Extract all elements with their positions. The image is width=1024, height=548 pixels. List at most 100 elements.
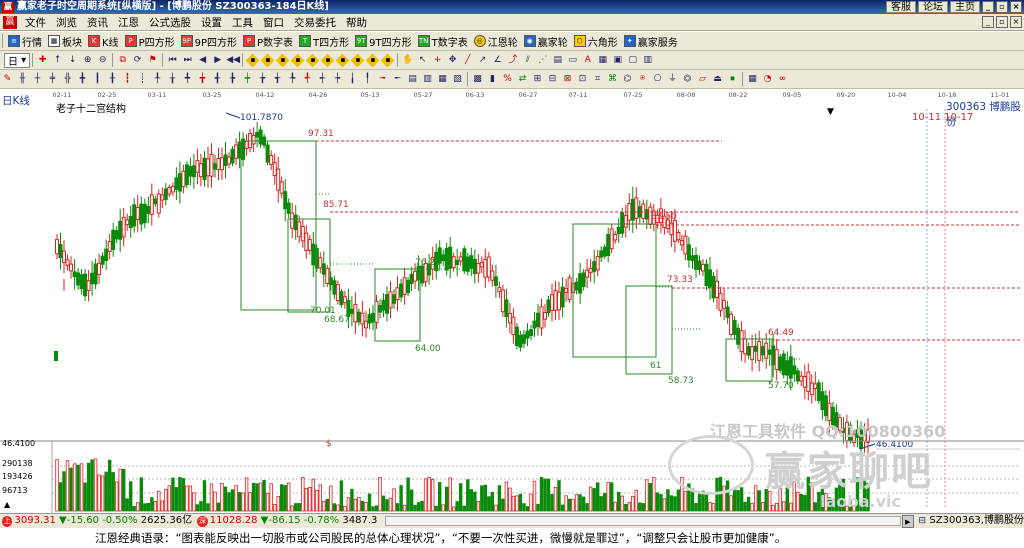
grid-view-icon[interactable]: ▦: [746, 73, 759, 86]
indicator-8-icon[interactable]: ⍟: [636, 73, 649, 86]
btn-hexagon[interactable]: ⬡ 六角形: [571, 33, 621, 50]
kline-chart-area[interactable]: 02-11 02-25 03-11 03-25 04-12 04-26 05-13 05-27…: [0, 89, 1024, 513]
line-17-icon[interactable]: ╆: [256, 73, 269, 86]
btn-service[interactable]: ✦ 赢家服务: [621, 33, 681, 50]
diamond-10-icon[interactable]: ◆: [380, 53, 395, 67]
menu-tools[interactable]: 工具: [227, 15, 258, 30]
line-28-icon[interactable]: ▥: [421, 73, 434, 86]
arrow-up-icon[interactable]: ↑: [51, 54, 64, 67]
line-18-icon[interactable]: ╅: [271, 73, 284, 86]
link-icon[interactable]: ∞: [776, 73, 789, 86]
diamond-5-icon[interactable]: ◆: [305, 53, 320, 67]
close-icon[interactable]: ×: [1010, 1, 1022, 13]
line-20-icon[interactable]: ╃: [301, 73, 314, 86]
horizontal-scrollbar[interactable]: [385, 516, 901, 526]
diamond-2-icon[interactable]: ◆: [260, 53, 275, 67]
btn-p-square[interactable]: P P四方形: [122, 33, 178, 50]
btn-sectors[interactable]: ▦ 板块: [45, 33, 85, 50]
line-1-icon[interactable]: ╫: [16, 73, 29, 86]
indicator-14-icon[interactable]: ⏹: [726, 73, 739, 86]
ray-tool-icon[interactable]: ↗: [476, 54, 489, 67]
btn-gann-wheel[interactable]: ◎ 江恩轮: [471, 33, 521, 50]
line-16-icon[interactable]: ┿: [241, 73, 254, 86]
mdi-restore-icon[interactable]: ▫: [996, 16, 1008, 28]
menu-formula[interactable]: 公式选股: [144, 15, 196, 30]
menu-trade[interactable]: 交易委托: [289, 15, 341, 30]
line-5-icon[interactable]: ╋: [76, 73, 89, 86]
rect-tool-icon[interactable]: ▭: [566, 54, 579, 67]
mdi-close-icon[interactable]: ×: [1010, 16, 1022, 28]
sh-index-icon[interactable]: 上: [2, 515, 13, 527]
window-icon[interactable]: ▥: [641, 54, 654, 67]
btn-t-square[interactable]: T T四方形: [296, 33, 352, 50]
indicator-9-icon[interactable]: ⎔: [651, 73, 664, 86]
table-2-icon[interactable]: ▩: [471, 73, 484, 86]
diamond-9-icon[interactable]: ◆: [365, 53, 380, 67]
minimize-icon[interactable]: _: [982, 1, 994, 13]
dropdown-arrow-icon[interactable]: ▼: [827, 107, 834, 117]
line-19-icon[interactable]: ╄: [286, 73, 299, 86]
diamond-1-icon[interactable]: ◆: [245, 53, 260, 67]
btn-winner-wheel[interactable]: ◉ 赢家轮: [521, 33, 571, 50]
indicator-1-icon[interactable]: ⊞: [531, 73, 544, 86]
indicator-5-icon[interactable]: ⌗: [591, 73, 604, 86]
line-21-icon[interactable]: ┽: [316, 73, 329, 86]
plus-icon[interactable]: +: [431, 54, 444, 67]
menu-settings[interactable]: 设置: [196, 15, 227, 30]
menu-browse[interactable]: 浏览: [51, 15, 82, 30]
line-29-icon[interactable]: ▦: [436, 73, 449, 86]
pointer-icon[interactable]: ↖: [416, 54, 429, 67]
link-home[interactable]: 主页: [950, 1, 980, 13]
diamond-8-icon[interactable]: ◆: [350, 53, 365, 67]
menu-file[interactable]: 文件: [20, 15, 51, 30]
line-6-icon[interactable]: ┃: [91, 73, 104, 86]
btn-9t-square[interactable]: 9T 9T四方形: [352, 33, 414, 50]
menu-help[interactable]: 帮助: [341, 15, 372, 30]
line-2-icon[interactable]: ┼: [31, 73, 44, 86]
line-tool-icon[interactable]: ╱: [461, 54, 474, 67]
line-3-icon[interactable]: ╪: [46, 73, 59, 86]
screen-icon[interactable]: ▢: [626, 54, 639, 67]
chart-type-icon[interactable]: ⧉: [116, 54, 129, 67]
channel-tool-icon[interactable]: ⫽: [521, 54, 534, 67]
angle-tool-icon[interactable]: ∠: [491, 54, 504, 67]
percent-icon[interactable]: %: [501, 73, 514, 86]
zoom-in-icon[interactable]: ⊕: [81, 54, 94, 67]
line-13-icon[interactable]: ╈: [196, 73, 209, 86]
btn-kline[interactable]: K K线: [85, 33, 122, 50]
prev-icon[interactable]: ◀: [196, 54, 209, 67]
line-11-icon[interactable]: ╁: [166, 73, 179, 86]
mdi-minimize-icon[interactable]: _: [982, 16, 994, 28]
pen-icon[interactable]: ✎: [1, 73, 14, 86]
line-22-icon[interactable]: ┾: [331, 73, 344, 86]
indicator-11-icon[interactable]: ⏣: [681, 73, 694, 86]
grid-tool-icon[interactable]: ▤: [551, 54, 564, 67]
line-12-icon[interactable]: ╇: [181, 73, 194, 86]
menu-window[interactable]: 窗口: [258, 15, 289, 30]
line-30-icon[interactable]: ▧: [451, 73, 464, 86]
line-27-icon[interactable]: ▤: [406, 73, 419, 86]
move-icon[interactable]: ✥: [446, 54, 459, 67]
flow-icon[interactable]: ⇄: [516, 73, 529, 86]
period-select[interactable]: 日 ▾: [4, 52, 31, 68]
indicator-7-icon[interactable]: ⌬: [621, 73, 634, 86]
app-menu-icon[interactable]: 赢: [3, 15, 17, 29]
line-25-icon[interactable]: ╼: [376, 73, 389, 86]
refresh-icon[interactable]: ⟳: [131, 54, 144, 67]
hand-icon[interactable]: ✋: [401, 54, 414, 67]
double-left-icon[interactable]: ◀◀: [226, 54, 240, 67]
line-14-icon[interactable]: ╉: [211, 73, 224, 86]
indicator-10-icon[interactable]: ⏚: [666, 73, 679, 86]
menu-news[interactable]: 资讯: [82, 15, 113, 30]
pie-icon[interactable]: ◔: [761, 73, 774, 86]
indicator-6-icon[interactable]: ⌘: [606, 73, 619, 86]
line-10-icon[interactable]: ╀: [151, 73, 164, 86]
diamond-7-icon[interactable]: ◆: [335, 53, 350, 67]
indicator-4-icon[interactable]: ⊡: [576, 73, 589, 86]
indicator-2-icon[interactable]: ⊟: [546, 73, 559, 86]
diamond-4-icon[interactable]: ◆: [290, 53, 305, 67]
flag-icon[interactable]: ⚑: [146, 54, 159, 67]
sz-index-icon[interactable]: 深: [197, 515, 208, 527]
line-26-icon[interactable]: ╾: [391, 73, 404, 86]
diamond-6-icon[interactable]: ◆: [320, 53, 335, 67]
